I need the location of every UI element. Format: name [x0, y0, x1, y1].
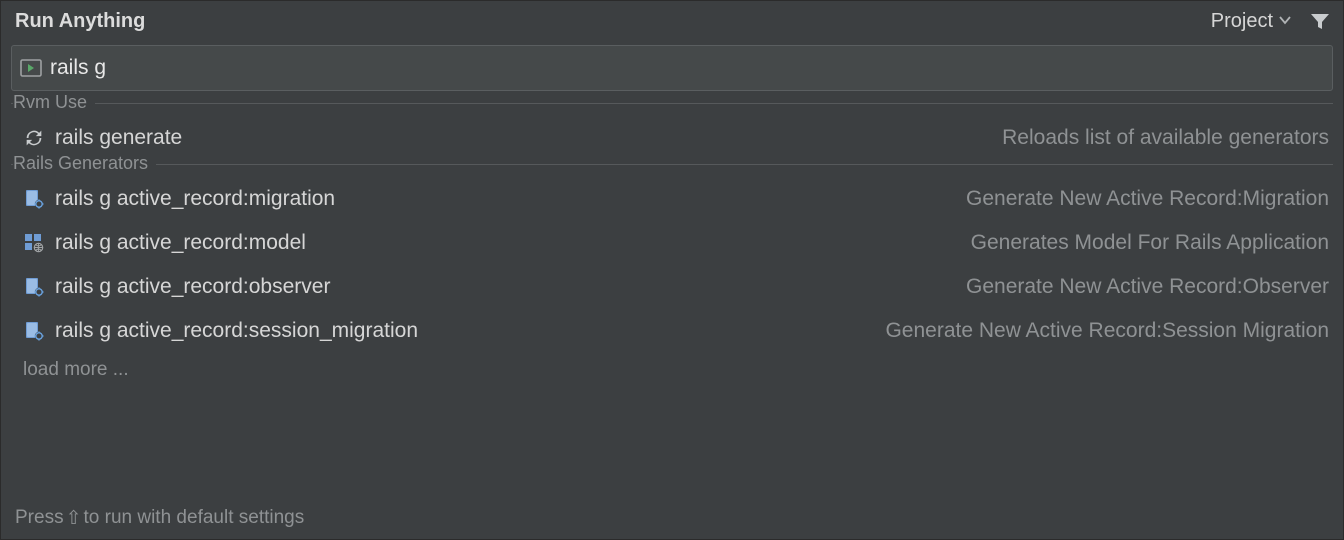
section-rvm-use: Rvm Use rails generate Reloads list of a… — [11, 103, 1333, 160]
header: Run Anything Project — [1, 1, 1343, 41]
popup-title: Run Anything — [15, 10, 1211, 33]
command-description: Generate New Active Record:Session Migra… — [885, 319, 1329, 343]
footer-hint: Press ⇧ to run with default settings — [1, 497, 1343, 539]
filter-icon[interactable] — [1309, 10, 1331, 32]
command-description: Generate New Active Record:Observer — [966, 275, 1329, 299]
command-description: Reloads list of available generators — [1002, 126, 1329, 150]
file-gear-icon — [21, 318, 47, 344]
file-gear-icon — [21, 274, 47, 300]
hint-suffix: to run with default settings — [84, 507, 305, 529]
scope-selector[interactable]: Project — [1211, 10, 1291, 33]
run-anything-popup: Run Anything Project Rvm Use — [0, 0, 1344, 540]
run-configuration-icon — [20, 59, 42, 77]
load-more-link[interactable]: load more ... — [11, 353, 1333, 381]
command-text: rails g active_record:session_migration — [55, 319, 418, 343]
command-text: rails g active_record:migration — [55, 187, 335, 211]
file-gear-icon — [21, 186, 47, 212]
list-item[interactable]: rails g active_record:session_migration … — [11, 309, 1333, 353]
section-rails-generators: Rails Generators rails g active_record — [11, 164, 1333, 381]
scope-label: Project — [1211, 10, 1273, 33]
list-item[interactable]: rails g active_record:observer Generate … — [11, 265, 1333, 309]
list-item[interactable]: rails g active_record:migration Generate… — [11, 177, 1333, 221]
shift-key-glyph: ⇧ — [66, 507, 82, 530]
refresh-icon — [21, 125, 47, 151]
search-field-wrapper[interactable] — [11, 45, 1333, 91]
search-input[interactable] — [42, 56, 1324, 80]
command-text: rails g active_record:model — [55, 231, 306, 255]
hint-prefix: Press — [15, 507, 64, 529]
list-item[interactable]: rails generate Reloads list of available… — [11, 116, 1333, 160]
command-description: Generate New Active Record:Migration — [966, 187, 1329, 211]
command-description: Generates Model For Rails Application — [971, 231, 1329, 255]
list-item[interactable]: rails g active_record:model Generates Mo… — [11, 221, 1333, 265]
section-label: Rvm Use — [13, 92, 95, 113]
command-text: rails generate — [55, 126, 182, 150]
section-label: Rails Generators — [13, 153, 156, 174]
chevron-down-icon — [1279, 15, 1291, 27]
command-text: rails g active_record:observer — [55, 275, 330, 299]
model-globe-icon — [21, 230, 47, 256]
